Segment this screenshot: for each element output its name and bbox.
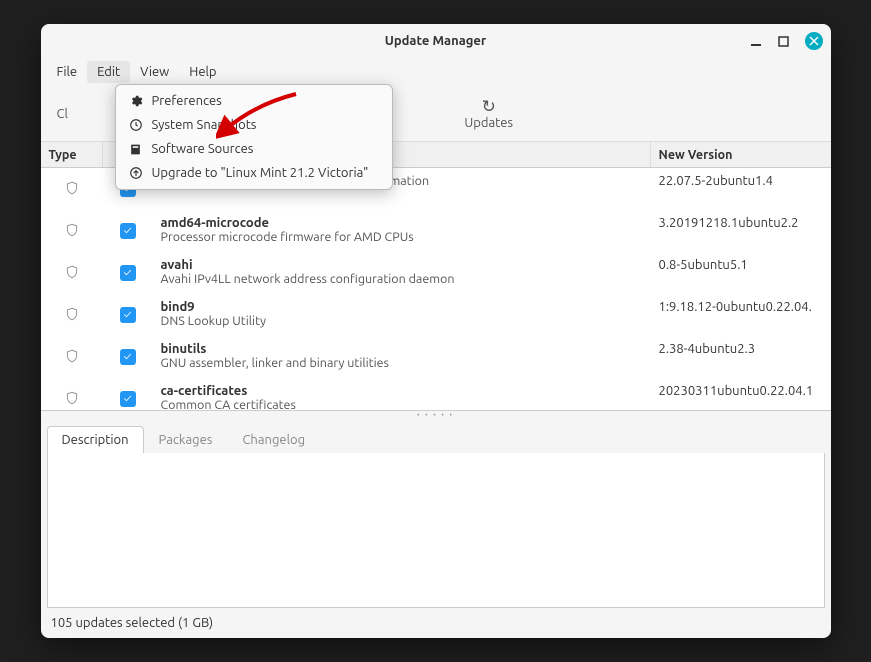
menu-upgrade[interactable]: Upgrade to "Linux Mint 21.2 Victoria" xyxy=(116,161,392,185)
check-cell[interactable]: ✓ xyxy=(103,384,153,411)
type-cell xyxy=(41,384,103,411)
menu-preferences[interactable]: Preferences xyxy=(116,89,392,113)
name-cell: ca-certificates Common CA certificates xyxy=(153,384,651,411)
upgrade-icon xyxy=(128,166,144,180)
check-cell[interactable]: ✓ xyxy=(103,258,153,288)
version-cell: 0.8-5ubuntu5.1 xyxy=(651,258,831,272)
tab-changelog[interactable]: Changelog xyxy=(227,426,320,453)
window-title: Update Manager xyxy=(385,34,487,48)
gear-icon xyxy=(128,94,144,108)
type-cell xyxy=(41,342,103,372)
name-cell: bind9 DNS Lookup Utility xyxy=(153,300,651,328)
disk-icon xyxy=(128,143,144,156)
shield-icon xyxy=(65,390,79,409)
table-row[interactable]: ✓ binutils GNU assembler, linker and bin… xyxy=(41,336,831,378)
menu-view[interactable]: View xyxy=(130,61,179,83)
menu-system-snapshots[interactable]: System Snapshots xyxy=(116,113,392,137)
menu-sources-label: Software Sources xyxy=(152,142,254,156)
shield-icon xyxy=(65,264,79,283)
menu-help[interactable]: Help xyxy=(179,61,226,83)
package-name: avahi xyxy=(161,258,643,272)
update-manager-window: Update Manager File Edit View Help Cl ↻ … xyxy=(41,24,831,638)
check-cell[interactable]: ✓ xyxy=(103,300,153,330)
type-cell xyxy=(41,258,103,288)
detail-panel xyxy=(47,453,825,608)
window-controls xyxy=(749,32,823,50)
version-cell: 2.38-4ubuntu2.3 xyxy=(651,342,831,356)
type-cell xyxy=(41,174,103,204)
minimize-button[interactable] xyxy=(749,34,763,48)
table-row[interactable]: ✓ avahi Avahi IPv4LL network address con… xyxy=(41,252,831,294)
package-desc: Common CA certificates xyxy=(161,398,643,411)
checkbox-checked-icon[interactable]: ✓ xyxy=(120,223,136,239)
shield-icon xyxy=(65,222,79,241)
packages-table[interactable]: ✓ Query and manipulate user account info… xyxy=(41,168,831,411)
shield-icon xyxy=(65,348,79,367)
table-row[interactable]: ✓ ca-certificates Common CA certificates… xyxy=(41,378,831,411)
menu-edit[interactable]: Edit xyxy=(87,61,130,83)
updates-partial-label: Updates xyxy=(464,116,513,130)
package-name: amd64-microcode xyxy=(161,216,643,230)
tab-packages[interactable]: Packages xyxy=(144,426,228,453)
detail-tabs: Description Packages Changelog xyxy=(41,419,831,453)
maximize-icon xyxy=(778,36,789,47)
shield-icon xyxy=(65,180,79,199)
menu-snapshots-label: System Snapshots xyxy=(152,118,257,132)
package-desc: DNS Lookup Utility xyxy=(161,314,643,328)
shield-icon xyxy=(65,306,79,325)
clear-button[interactable]: Cl xyxy=(49,105,76,123)
clock-icon xyxy=(128,118,144,132)
version-cell: 3.20191218.1ubuntu2.2 xyxy=(651,216,831,230)
titlebar: Update Manager xyxy=(41,24,831,58)
version-cell: 1:9.18.12-0ubuntu0.22.04. xyxy=(651,300,831,314)
type-cell xyxy=(41,300,103,330)
statusbar: 105 updates selected (1 GB) xyxy=(41,608,831,638)
table-row[interactable]: ✓ bind9 DNS Lookup Utility 1:9.18.12-0ub… xyxy=(41,294,831,336)
package-desc: Avahi IPv4LL network address configurati… xyxy=(161,272,643,286)
checkbox-checked-icon[interactable]: ✓ xyxy=(120,307,136,323)
package-name: bind9 xyxy=(161,300,643,314)
table-row[interactable]: ✓ amd64-microcode Processor microcode fi… xyxy=(41,210,831,252)
maximize-button[interactable] xyxy=(777,34,791,48)
column-type[interactable]: Type xyxy=(41,142,103,167)
menu-preferences-label: Preferences xyxy=(152,94,222,108)
close-button[interactable] xyxy=(805,32,823,50)
version-cell: 22.07.5-2ubuntu1.4 xyxy=(651,174,831,188)
refresh-icon: ↻ xyxy=(482,98,496,115)
tab-description[interactable]: Description xyxy=(47,426,144,453)
minimize-icon xyxy=(750,35,762,47)
status-text: 105 updates selected (1 GB) xyxy=(51,616,214,630)
check-cell[interactable]: ✓ xyxy=(103,342,153,372)
name-cell: binutils GNU assembler, linker and binar… xyxy=(153,342,651,370)
close-icon xyxy=(809,36,819,46)
checkbox-checked-icon[interactable]: ✓ xyxy=(120,391,136,407)
checkbox-checked-icon[interactable]: ✓ xyxy=(120,265,136,281)
checkbox-checked-icon[interactable]: ✓ xyxy=(120,349,136,365)
package-name: ca-certificates xyxy=(161,384,643,398)
version-cell: 20230311ubuntu0.22.04.1 xyxy=(651,384,831,398)
menu-upgrade-label: Upgrade to "Linux Mint 21.2 Victoria" xyxy=(152,166,369,180)
menu-file[interactable]: File xyxy=(47,61,88,83)
name-cell: avahi Avahi IPv4LL network address confi… xyxy=(153,258,651,286)
menu-software-sources[interactable]: Software Sources xyxy=(116,137,392,161)
splitter[interactable]: • • • • • xyxy=(41,411,831,419)
column-version[interactable]: New Version xyxy=(651,142,831,167)
package-desc: Processor microcode firmware for AMD CPU… xyxy=(161,230,643,244)
edit-dropdown: Preferences System Snapshots Software So… xyxy=(115,84,393,190)
updates-button[interactable]: ↻ Updates xyxy=(456,96,521,132)
menubar: File Edit View Help xyxy=(41,58,831,86)
check-cell[interactable]: ✓ xyxy=(103,216,153,246)
package-desc: GNU assembler, linker and binary utiliti… xyxy=(161,356,643,370)
type-cell xyxy=(41,216,103,246)
package-name: binutils xyxy=(161,342,643,356)
name-cell: amd64-microcode Processor microcode firm… xyxy=(153,216,651,244)
clear-partial-label: Cl xyxy=(57,107,68,121)
